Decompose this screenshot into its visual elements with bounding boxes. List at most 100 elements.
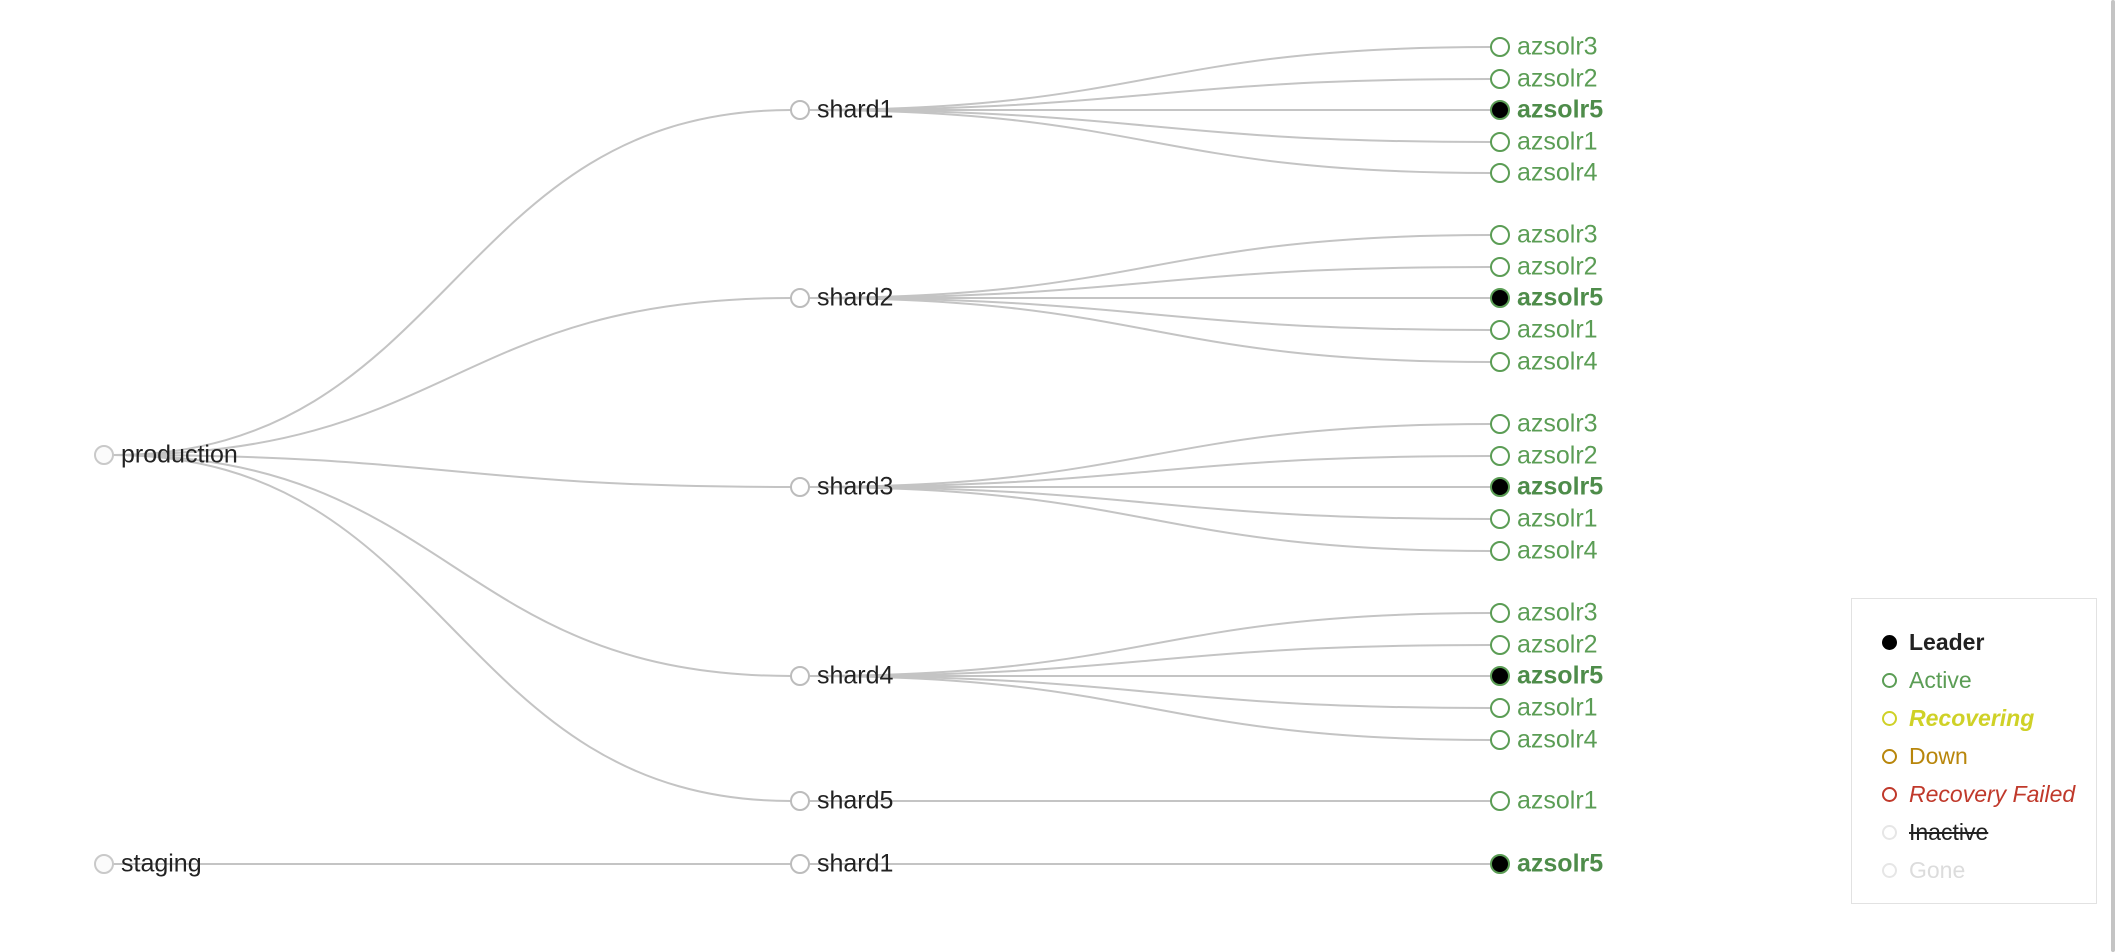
legend-item-active: Active xyxy=(1882,661,2075,699)
shard-node-circle[interactable] xyxy=(790,100,810,120)
replica-node[interactable]: azsolr2 xyxy=(1490,442,1598,470)
legend-item-leader: Leader xyxy=(1882,623,2075,661)
recovery_failed-marker-icon xyxy=(1882,786,1897,802)
collection-node-circle[interactable] xyxy=(94,445,114,465)
replica-label: azsolr4 xyxy=(1517,726,1598,754)
legend-item-list: Leader Active Recovering Down Recovery Faile… xyxy=(1882,623,2075,889)
shard-node-circle[interactable] xyxy=(790,477,810,497)
shard-node-circle[interactable] xyxy=(790,854,810,874)
replica-node-circle[interactable] xyxy=(1490,37,1510,57)
collection-node[interactable]: staging xyxy=(94,850,202,878)
link-shard-to-replica xyxy=(808,612,1492,677)
shard-node-circle[interactable] xyxy=(790,288,810,308)
replica-node-circle[interactable] xyxy=(1490,791,1510,811)
gone-marker-icon xyxy=(1882,862,1897,878)
replica-node-circle[interactable] xyxy=(1490,446,1510,466)
replica-node-circle[interactable] xyxy=(1490,69,1510,89)
replica-node-circle[interactable] xyxy=(1490,163,1510,183)
tree-links xyxy=(112,46,1492,866)
replica-label: azsolr1 xyxy=(1517,316,1598,344)
replica-node[interactable]: azsolr1 xyxy=(1490,128,1598,156)
replica-label: azsolr4 xyxy=(1517,159,1598,187)
active-marker-icon xyxy=(1882,672,1897,688)
replica-leader-node-circle[interactable] xyxy=(1490,288,1510,308)
replica-leader-node-circle[interactable] xyxy=(1490,100,1510,120)
link-shard-to-replica xyxy=(808,423,1492,488)
shard-label: shard5 xyxy=(817,787,893,815)
tree-svg: production shard1 azsolr3 azsolr2 azsolr5 azs… xyxy=(94,33,1603,878)
tree-nodes: production shard1 azsolr3 azsolr2 azsolr5 azs… xyxy=(94,33,1603,878)
replica-node[interactable]: azsolr2 xyxy=(1490,65,1598,93)
shard-node[interactable]: shard5 xyxy=(790,787,893,815)
replica-node[interactable]: azsolr4 xyxy=(1490,726,1598,754)
replica-node-circle[interactable] xyxy=(1490,603,1510,623)
recovering-marker-icon xyxy=(1882,710,1897,726)
replica-label: azsolr2 xyxy=(1517,253,1598,281)
replica-node-circle[interactable] xyxy=(1490,320,1510,340)
cluster-tree-graph: production shard1 azsolr3 azsolr2 azsolr5 azs… xyxy=(0,0,2126,952)
replica-node[interactable]: azsolr5 xyxy=(1490,284,1603,312)
legend-item-down: Down xyxy=(1882,737,2075,775)
link-shard-to-replica xyxy=(808,644,1492,677)
shard-node[interactable]: shard4 xyxy=(790,662,894,690)
replica-node[interactable]: azsolr2 xyxy=(1490,253,1598,281)
shard-node[interactable]: shard1 xyxy=(790,96,893,124)
replica-node[interactable]: azsolr1 xyxy=(1490,694,1598,722)
replica-node[interactable]: azsolr5 xyxy=(1490,850,1603,878)
replica-label: azsolr3 xyxy=(1517,410,1598,438)
replica-node[interactable]: azsolr2 xyxy=(1490,631,1598,659)
replica-node[interactable]: azsolr3 xyxy=(1490,33,1598,61)
shard-node[interactable]: shard3 xyxy=(790,473,893,501)
replica-node[interactable]: azsolr1 xyxy=(1490,787,1598,815)
shard-label: shard4 xyxy=(817,662,894,690)
link-shard-to-replica xyxy=(808,109,1492,143)
replica-leader-node-circle[interactable] xyxy=(1490,854,1510,874)
link-collection-to-shard xyxy=(112,454,792,677)
link-collection-to-shard xyxy=(112,454,792,802)
replica-node[interactable]: azsolr5 xyxy=(1490,96,1603,124)
replica-node[interactable]: azsolr4 xyxy=(1490,348,1598,376)
replica-node[interactable]: azsolr1 xyxy=(1490,316,1598,344)
replica-node[interactable]: azsolr4 xyxy=(1490,159,1598,187)
replica-label: azsolr5 xyxy=(1517,473,1603,501)
legend-item-inactive: Inactive xyxy=(1882,813,2075,851)
legend-label-recovering: Recovering xyxy=(1909,704,2035,731)
replica-node[interactable]: azsolr3 xyxy=(1490,599,1598,627)
replica-node[interactable]: azsolr5 xyxy=(1490,473,1603,501)
link-shard-to-replica xyxy=(808,297,1492,331)
legend-label-down: Down xyxy=(1909,742,1968,769)
shard-node[interactable]: shard1 xyxy=(790,850,893,878)
shard-node-circle[interactable] xyxy=(790,791,810,811)
replica-label: azsolr4 xyxy=(1517,348,1598,376)
legend-item-gone: Gone xyxy=(1882,851,2075,889)
replica-label: azsolr1 xyxy=(1517,128,1598,156)
replica-label: azsolr2 xyxy=(1517,631,1598,659)
replica-node-circle[interactable] xyxy=(1490,414,1510,434)
replica-node-circle[interactable] xyxy=(1490,635,1510,655)
collection-node-circle[interactable] xyxy=(94,854,114,874)
replica-node[interactable]: azsolr3 xyxy=(1490,410,1598,438)
down-marker-icon xyxy=(1882,748,1897,764)
replica-node-circle[interactable] xyxy=(1490,257,1510,277)
vertical-scrollbar[interactable] xyxy=(2111,0,2115,952)
replica-node[interactable]: azsolr5 xyxy=(1490,662,1603,690)
replica-label: azsolr5 xyxy=(1517,850,1603,878)
legend-item-recovering: Recovering xyxy=(1882,699,2075,737)
replica-node-circle[interactable] xyxy=(1490,225,1510,245)
replica-node[interactable]: azsolr4 xyxy=(1490,537,1598,565)
replica-leader-node-circle[interactable] xyxy=(1490,666,1510,686)
replica-node-circle[interactable] xyxy=(1490,730,1510,750)
replica-node-circle[interactable] xyxy=(1490,541,1510,561)
replica-node-circle[interactable] xyxy=(1490,132,1510,152)
replica-node[interactable]: azsolr1 xyxy=(1490,505,1598,533)
shard-node[interactable]: shard2 xyxy=(790,284,893,312)
replica-leader-node-circle[interactable] xyxy=(1490,477,1510,497)
replica-node[interactable]: azsolr3 xyxy=(1490,221,1598,249)
link-shard-to-replica xyxy=(808,46,1492,111)
replica-node-circle[interactable] xyxy=(1490,509,1510,529)
shard-label: shard3 xyxy=(817,473,893,501)
replica-node-circle[interactable] xyxy=(1490,698,1510,718)
shard-node-circle[interactable] xyxy=(790,666,810,686)
replica-node-circle[interactable] xyxy=(1490,352,1510,372)
replica-label: azsolr5 xyxy=(1517,96,1603,124)
